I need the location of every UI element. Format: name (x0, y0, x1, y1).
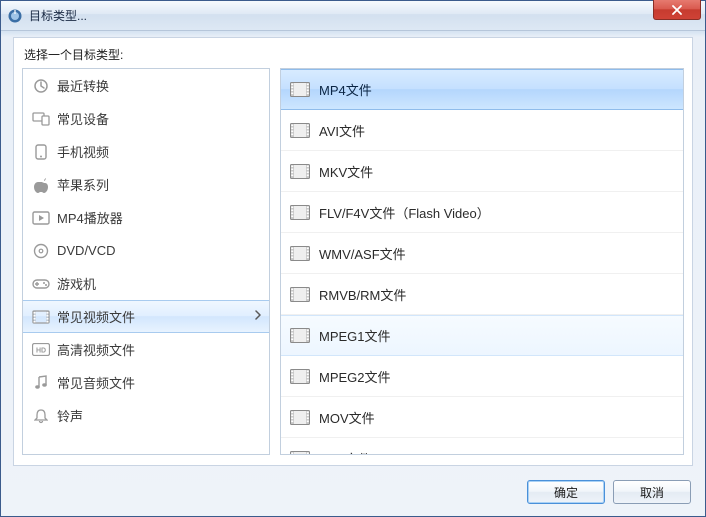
category-label: 苹果系列 (57, 175, 109, 194)
category-label: 常见视频文件 (57, 307, 135, 326)
format-label: MPEG1文件 (319, 326, 391, 345)
cancel-button[interactable]: 取消 (613, 480, 691, 504)
film-icon (289, 285, 311, 303)
window-title: 目标类型... (29, 7, 87, 24)
category-item[interactable]: 苹果系列 (23, 168, 269, 201)
format-item[interactable]: MP4文件 (281, 69, 683, 110)
category-item[interactable]: 铃声 (23, 399, 269, 432)
close-button[interactable] (653, 0, 701, 20)
category-item[interactable]: MP4播放器 (23, 201, 269, 234)
category-list[interactable]: 最近转换常见设备手机视频苹果系列 MP4播放器 DVD/VCD 游戏机常见视频文件 HD… (22, 68, 270, 455)
format-item[interactable]: 3GP文件 (281, 438, 683, 455)
category-item[interactable]: HD 高清视频文件 (23, 333, 269, 366)
format-label: MP4文件 (319, 80, 372, 99)
category-label: 高清视频文件 (57, 340, 135, 359)
disc-icon (31, 242, 51, 260)
film-icon (289, 327, 311, 345)
category-label: DVD/VCD (57, 243, 116, 258)
instruction-label: 选择一个目标类型: (24, 46, 123, 63)
film-icon (31, 308, 51, 326)
content-panel: 选择一个目标类型: 最近转换常见设备手机视频苹果系列 MP4播放器 DVD/VCD 游… (13, 37, 693, 466)
format-label: 3GP文件 (319, 449, 371, 456)
category-item[interactable]: 最近转换 (23, 69, 269, 102)
close-icon (671, 5, 683, 15)
gamepad-icon (31, 275, 51, 293)
film-icon (289, 203, 311, 221)
format-item[interactable]: WMV/ASF文件 (281, 233, 683, 274)
film-icon (289, 121, 311, 139)
button-row: 确定 取消 (527, 480, 691, 504)
format-label: RMVB/RM文件 (319, 285, 406, 304)
format-item[interactable]: FLV/F4V文件（Flash Video） (281, 192, 683, 233)
format-item[interactable]: RMVB/RM文件 (281, 274, 683, 315)
format-label: MOV文件 (319, 408, 375, 427)
film-icon (289, 162, 311, 180)
format-label: WMV/ASF文件 (319, 244, 406, 263)
player-icon (31, 209, 51, 227)
format-label: MPEG2文件 (319, 367, 391, 386)
format-item[interactable]: MKV文件 (281, 151, 683, 192)
format-label: MKV文件 (319, 162, 373, 181)
ok-button[interactable]: 确定 (527, 480, 605, 504)
film-icon (289, 244, 311, 262)
film-icon (289, 367, 311, 385)
devices-icon (31, 110, 51, 128)
ok-button-label: 确定 (554, 484, 578, 501)
titlebar[interactable]: 目标类型... (1, 1, 705, 31)
film-icon (289, 81, 311, 99)
category-label: MP4播放器 (57, 208, 123, 227)
phone-icon (31, 143, 51, 161)
category-label: 常见音频文件 (57, 373, 135, 392)
cancel-button-label: 取消 (640, 484, 664, 501)
category-item[interactable]: 游戏机 (23, 267, 269, 300)
panels: 最近转换常见设备手机视频苹果系列 MP4播放器 DVD/VCD 游戏机常见视频文件 HD… (22, 68, 684, 455)
film-icon (289, 408, 311, 426)
app-icon (7, 8, 23, 24)
format-item[interactable]: MPEG1文件 (281, 315, 683, 356)
category-label: 铃声 (57, 406, 83, 425)
format-label: AVI文件 (319, 121, 365, 140)
svg-text:HD: HD (36, 348, 46, 355)
bell-icon (31, 407, 51, 425)
music-icon (31, 374, 51, 392)
format-label: FLV/F4V文件（Flash Video） (319, 203, 490, 222)
category-label: 手机视频 (57, 142, 109, 161)
format-list[interactable]: MP4文件 AVI文件 MKV文件 FLV/F4V文件（Flash Video） WMV… (280, 68, 684, 455)
category-item[interactable]: 常见音频文件 (23, 366, 269, 399)
category-item[interactable]: 手机视频 (23, 135, 269, 168)
hd-icon: HD (31, 341, 51, 359)
format-item[interactable]: AVI文件 (281, 110, 683, 151)
category-item[interactable]: 常见视频文件 (23, 300, 269, 333)
apple-icon (31, 176, 51, 194)
film-icon (289, 449, 311, 455)
dialog-window: 目标类型... 选择一个目标类型: 最近转换常见设备手机视频苹果系列 MP4播放器… (0, 0, 706, 517)
category-label: 常见设备 (57, 109, 109, 128)
chevron-right-icon (255, 310, 261, 323)
category-item[interactable]: DVD/VCD (23, 234, 269, 267)
format-item[interactable]: MPEG2文件 (281, 356, 683, 397)
category-label: 最近转换 (57, 76, 109, 95)
category-item[interactable]: 常见设备 (23, 102, 269, 135)
category-label: 游戏机 (57, 274, 96, 293)
format-item[interactable]: MOV文件 (281, 397, 683, 438)
clock-icon (31, 77, 51, 95)
